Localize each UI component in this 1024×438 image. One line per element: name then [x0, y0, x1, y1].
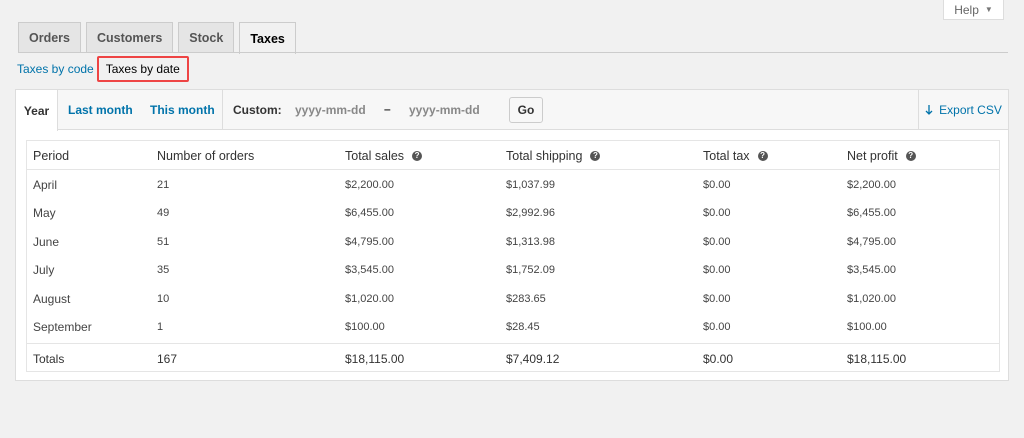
- go-button[interactable]: Go: [509, 97, 543, 123]
- taxes-subnav: Taxes by code Taxes by date: [17, 56, 189, 82]
- cell-shipping: $28.45: [506, 321, 540, 333]
- total-shipping: $7,409.12: [506, 351, 560, 366]
- cell-orders: 49: [157, 207, 170, 219]
- cell-profit: $3,545.00: [847, 264, 896, 276]
- range-bar: Year Last month This month Custom: yyyy-…: [16, 90, 1008, 131]
- cell-profit: $100.00: [847, 321, 887, 333]
- table-header-row: Period Number of orders Total sales? Tot…: [27, 141, 999, 170]
- header-total-shipping: Total shipping?: [506, 141, 601, 170]
- cell-period: June: [33, 235, 60, 249]
- cell-period: September: [33, 320, 92, 334]
- tab-stock[interactable]: Stock: [178, 22, 235, 53]
- caret-down-icon: ▼: [984, 5, 993, 14]
- header-period: Period: [33, 148, 70, 163]
- tabs-divider: [18, 52, 1008, 53]
- cell-orders: 10: [157, 293, 170, 305]
- taxes-by-code-link[interactable]: Taxes by code: [17, 62, 94, 76]
- header-total-tax: Total tax?: [703, 141, 768, 170]
- cell-orders: 51: [157, 236, 170, 248]
- cell-shipping: $1,752.09: [506, 264, 555, 276]
- cell-shipping: $1,037.99: [506, 179, 555, 191]
- custom-label: Custom:: [233, 103, 282, 117]
- custom-range: Custom:: [222, 90, 282, 130]
- cell-profit: $4,795.00: [847, 236, 896, 248]
- cell-tax: $0.00: [703, 293, 731, 305]
- cell-sales: $1,020.00: [345, 293, 394, 305]
- start-date-input[interactable]: yyyy-mm-dd: [295, 103, 366, 117]
- export-csv-button[interactable]: Export CSV: [918, 90, 1008, 130]
- cell-period: April: [33, 178, 58, 192]
- total-tax: $0.00: [703, 351, 734, 366]
- tab-customers[interactable]: Customers: [86, 22, 174, 53]
- range-last-month[interactable]: Last month: [68, 90, 133, 130]
- table-totals-row: Totals 167 $18,115.00 $7,409.12 $0.00 $1…: [27, 343, 999, 372]
- range-this-month[interactable]: This month: [150, 90, 215, 130]
- help-tip-icon[interactable]: ?: [905, 150, 916, 161]
- header-net-profit: Net profit?: [847, 141, 916, 170]
- end-date-input[interactable]: yyyy-mm-dd: [409, 103, 480, 117]
- report-tabs: Orders Customers Stock Taxes: [18, 22, 296, 54]
- cell-period: August: [33, 292, 71, 306]
- date-separator: –: [384, 102, 391, 116]
- cell-sales: $3,545.00: [345, 264, 394, 276]
- help-button[interactable]: Help ▼: [943, 0, 1004, 20]
- total-sales: $18,115.00: [345, 351, 405, 366]
- cell-profit: $6,455.00: [847, 207, 896, 219]
- cell-shipping: $1,313.98: [506, 236, 555, 248]
- total-profit: $18,115.00: [847, 351, 907, 366]
- download-arrow-icon: [925, 104, 933, 115]
- tab-taxes[interactable]: Taxes: [239, 22, 296, 54]
- taxes-by-date-current: Taxes by date: [96, 56, 189, 82]
- help-tip-icon[interactable]: ?: [590, 150, 601, 161]
- cell-tax: $0.00: [703, 321, 731, 333]
- cell-tax: $0.00: [703, 207, 731, 219]
- cell-period: July: [33, 263, 55, 277]
- tab-orders[interactable]: Orders: [18, 22, 81, 53]
- total-orders: 167: [157, 351, 178, 366]
- help-tip-icon[interactable]: ?: [412, 150, 423, 161]
- cell-profit: $2,200.00: [847, 179, 896, 191]
- cell-shipping: $283.65: [506, 293, 546, 305]
- cell-sales: $100.00: [345, 321, 385, 333]
- cell-shipping: $2,992.96: [506, 207, 555, 219]
- cell-sales: $6,455.00: [345, 207, 394, 219]
- cell-tax: $0.00: [703, 236, 731, 248]
- cell-sales: $2,200.00: [345, 179, 394, 191]
- export-csv-label: Export CSV: [939, 103, 1002, 117]
- cell-period: May: [33, 206, 56, 220]
- help-tip-icon[interactable]: ?: [757, 150, 768, 161]
- cell-orders: 21: [157, 179, 170, 191]
- cell-tax: $0.00: [703, 179, 731, 191]
- header-total-sales: Total sales?: [345, 141, 423, 170]
- cell-orders: 35: [157, 264, 170, 276]
- total-label: Totals: [33, 351, 65, 366]
- cell-orders: 1: [157, 321, 164, 333]
- report-panel: Year Last month This month Custom: yyyy-…: [15, 89, 1009, 381]
- cell-tax: $0.00: [703, 264, 731, 276]
- help-label: Help: [954, 2, 979, 17]
- header-orders: Number of orders: [157, 148, 255, 163]
- cell-sales: $4,795.00: [345, 236, 394, 248]
- cell-profit: $1,020.00: [847, 293, 896, 305]
- range-year[interactable]: Year: [16, 90, 58, 131]
- taxes-table: Period Number of orders Total sales? Tot…: [26, 140, 1000, 372]
